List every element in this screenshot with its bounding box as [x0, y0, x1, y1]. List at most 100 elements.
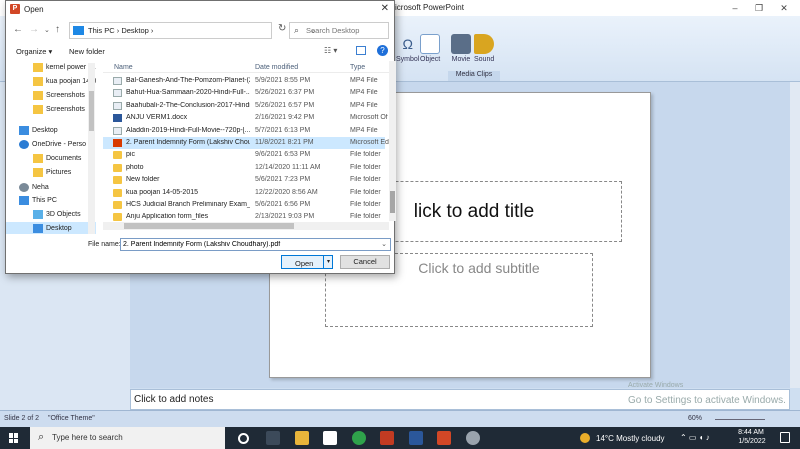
- file-row[interactable]: Baahubali-2-The-Conclusion-2017-Hindi...…: [103, 100, 385, 112]
- settings-icon[interactable]: [466, 431, 480, 445]
- nav-item-label: This PC: [32, 197, 57, 204]
- preview-pane-icon[interactable]: [356, 46, 366, 55]
- vertical-scrollbar[interactable]: [790, 82, 800, 388]
- file-row[interactable]: Bal-Ganesh-And-The-Pomzom-Planet-(2... 5/…: [103, 75, 385, 87]
- breadcrumb[interactable]: This PC › Desktop ›: [88, 26, 153, 35]
- nav-scroll-thumb[interactable]: [89, 91, 94, 131]
- open-button[interactable]: Open ▾: [281, 255, 333, 269]
- taskbar: ⌕ Type here to search 14°C Mostly cloudy…: [0, 427, 800, 449]
- file-type: Microsoft Of: [350, 114, 388, 122]
- column-date[interactable]: Date modified: [255, 64, 298, 71]
- clock-time[interactable]: 8:44 AM: [736, 429, 766, 436]
- search-box[interactable]: ⌕: [289, 22, 389, 39]
- cancel-button[interactable]: Cancel: [340, 255, 390, 269]
- windows-start-icon[interactable]: [9, 433, 19, 443]
- nav-item-label: Desktop: [46, 225, 72, 232]
- file-icon: [113, 89, 122, 98]
- notification-icon[interactable]: [780, 432, 790, 443]
- symbol-button[interactable]: Ω Symbol: [396, 34, 419, 63]
- nav-item[interactable]: 3D Objects: [6, 208, 96, 222]
- refresh-icon[interactable]: ↻: [278, 23, 286, 34]
- filename-field[interactable]: ⌄: [120, 238, 391, 251]
- file-explorer-icon[interactable]: [295, 431, 309, 445]
- ribbon-group-label: Media Clips: [448, 71, 500, 81]
- nav-item[interactable]: Screenshots: [6, 89, 96, 103]
- nav-item[interactable]: Documents: [6, 152, 96, 166]
- file-date: 5/6/2021 6:56 PM: [255, 201, 311, 208]
- file-row[interactable]: pic 9/6/2021 6:53 PM File folder: [103, 149, 385, 161]
- filename-dropdown-icon[interactable]: ⌄: [381, 240, 387, 248]
- nav-item[interactable]: kua poojan 14-0: [6, 75, 96, 89]
- file-date: 5/26/2021 6:37 PM: [255, 89, 315, 97]
- horizontal-scroll-thumb[interactable]: [124, 223, 294, 229]
- filename-input[interactable]: [123, 241, 378, 248]
- view-options-icon[interactable]: ☷ ▾: [324, 46, 337, 55]
- system-tray-icons[interactable]: ⌃ ▭ ◖ ♪: [680, 433, 710, 442]
- back-arrow-icon[interactable]: ←: [13, 24, 23, 35]
- nav-item[interactable]: This PC: [6, 194, 96, 208]
- sound-button[interactable]: Sound: [474, 34, 494, 63]
- restore-button[interactable]: ❐: [749, 1, 769, 15]
- file-type: File folder: [350, 213, 381, 221]
- microsoft-store-icon[interactable]: [323, 431, 337, 445]
- nav-item[interactable]: Desktop: [6, 222, 96, 234]
- address-bar[interactable]: This PC › Desktop › ⌄: [69, 22, 317, 39]
- help-icon[interactable]: ?: [377, 45, 388, 56]
- nav-item[interactable]: OneDrive - Perso: [6, 138, 96, 152]
- file-row[interactable]: ANJU VERM1.docx 2/16/2021 9:42 PM Microsof…: [103, 112, 388, 124]
- file-row[interactable]: Anju Application form_files 2/13/2021 9:0…: [103, 211, 385, 221]
- column-name[interactable]: Name: [114, 64, 133, 71]
- task-view-icon[interactable]: [266, 431, 280, 445]
- file-row[interactable]: Bahut-Hua-Sammaan-2020-Hindi-Full-... 5/2…: [103, 87, 385, 99]
- nav-item[interactable]: Pictures: [6, 166, 96, 180]
- file-icon: [113, 101, 122, 110]
- edge-icon[interactable]: [352, 431, 366, 445]
- recent-locations-icon[interactable]: ⌄: [44, 26, 50, 34]
- folder-icon: [33, 154, 43, 163]
- clock-date[interactable]: 1/5/2022: [734, 438, 770, 445]
- nav-item[interactable]: Desktop: [6, 124, 96, 138]
- file-row[interactable]: HCS Judicial Branch Preliminary Exam_fil…: [103, 199, 385, 211]
- zoom-level[interactable]: 60%: [688, 415, 702, 422]
- cortana-icon[interactable]: [238, 433, 249, 444]
- dialog-titlebar[interactable]: P Open ✕: [6, 1, 394, 18]
- file-list-scroll-thumb[interactable]: [390, 191, 395, 213]
- taskbar-search[interactable]: ⌕ Type here to search: [30, 427, 225, 449]
- close-window-button[interactable]: ✕: [774, 1, 794, 15]
- up-arrow-icon[interactable]: ↑: [55, 24, 60, 35]
- folder-icon: [113, 188, 122, 197]
- desktop-icon: [33, 224, 43, 233]
- open-dropdown-icon[interactable]: ▾: [323, 256, 333, 268]
- word-icon[interactable]: [409, 431, 423, 445]
- search-input[interactable]: [306, 26, 386, 35]
- file-row[interactable]: photo 12/14/2020 11:11 AM File folder: [103, 162, 385, 174]
- file-date: 5/26/2021 6:57 PM: [255, 101, 315, 109]
- file-row[interactable]: Aladdin-2019-Hindi-Full-Movie--720p-[...…: [103, 125, 385, 137]
- weather-text[interactable]: 14°C Mostly cloudy: [596, 434, 665, 443]
- dialog-close-button[interactable]: ✕: [381, 3, 389, 14]
- column-type[interactable]: Type: [350, 64, 365, 71]
- file-name: New folder: [126, 176, 160, 184]
- nav-item[interactable]: kernel power 41: [6, 61, 96, 75]
- file-row[interactable]: kua poojan 14-05-2015 12/22/2020 8:56 AM F…: [103, 187, 385, 199]
- doc-icon: [113, 114, 122, 123]
- weather-icon[interactable]: [580, 433, 590, 443]
- powerpoint-taskbar-icon[interactable]: [437, 431, 451, 445]
- file-type: MP4 File: [350, 101, 378, 109]
- zoom-slider[interactable]: [715, 419, 765, 420]
- file-date: 5/7/2021 6:13 PM: [255, 126, 311, 134]
- file-row[interactable]: 2. Parent Indemnity Form (Lakshiv Chou..…: [103, 137, 389, 150]
- desktop-icon: [19, 126, 29, 135]
- file-row[interactable]: New folder 5/6/2021 7:23 PM File folder: [103, 174, 385, 186]
- nav-scrollbar[interactable]: [88, 63, 95, 234]
- forward-arrow-icon[interactable]: →: [29, 24, 39, 35]
- file-name: kua poojan 14-05-2015: [126, 188, 199, 196]
- movie-button[interactable]: Movie: [451, 34, 471, 63]
- nav-item[interactable]: Screenshots: [6, 103, 96, 117]
- nav-item[interactable]: Neha: [6, 181, 96, 195]
- organize-button[interactable]: Organize ▾: [16, 47, 52, 56]
- app-icon[interactable]: [380, 431, 394, 445]
- object-button[interactable]: Object: [420, 34, 440, 63]
- new-folder-button[interactable]: New folder: [69, 47, 105, 56]
- minimize-button[interactable]: –: [725, 1, 745, 15]
